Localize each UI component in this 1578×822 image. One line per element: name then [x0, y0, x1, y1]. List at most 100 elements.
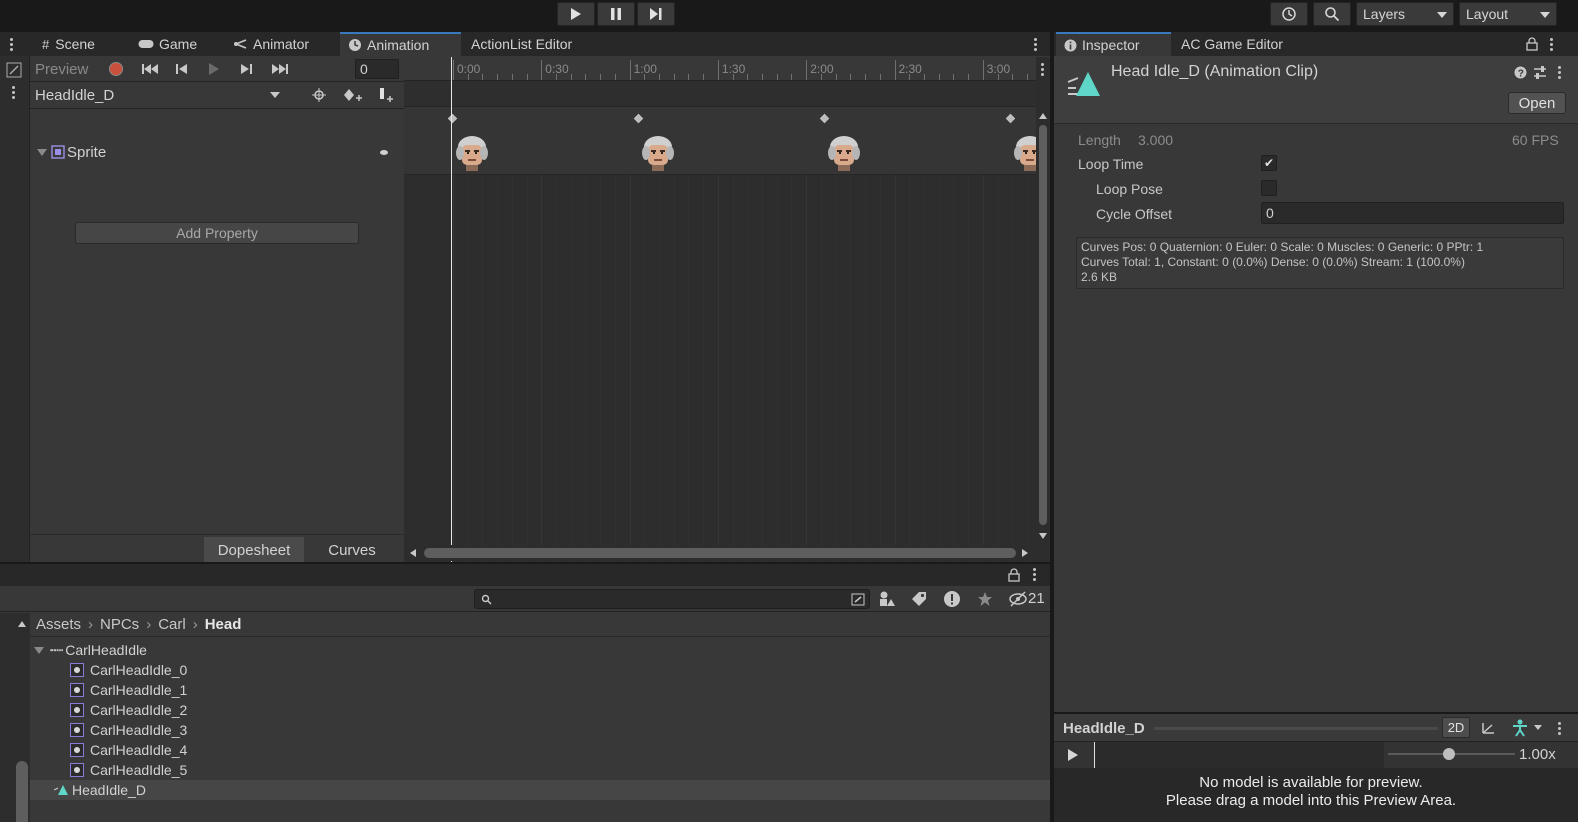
tab-animator[interactable]: Animator — [226, 32, 317, 56]
scroll-up-icon[interactable] — [18, 621, 26, 627]
preview-scrubber[interactable] — [1094, 742, 1384, 768]
layers-dropdown[interactable]: Layers — [1356, 2, 1454, 26]
tree-row-sprite-1[interactable]: CarlHeadIdle_1 — [70, 680, 187, 700]
play-button[interactable] — [557, 2, 595, 26]
breadcrumb-assets[interactable]: Assets — [36, 616, 81, 633]
layout-dropdown[interactable]: Layout — [1459, 2, 1557, 26]
frame-field[interactable]: 0 — [355, 59, 399, 79]
loop-time-checkbox[interactable]: ✔ — [1261, 155, 1277, 171]
curves-tab[interactable]: Curves — [304, 537, 400, 563]
preview-toggle[interactable]: Preview — [35, 61, 88, 78]
label-icon[interactable] — [911, 591, 927, 607]
scroll-thumb[interactable] — [1039, 125, 1047, 525]
property-options-icon[interactable] — [380, 150, 388, 155]
keyframe-diamond[interactable] — [632, 112, 645, 125]
add-keyframe-button[interactable] — [338, 85, 368, 105]
dopesheet-timeline[interactable]: 0:00 0:30 1:00 1:30 2:00 2:30 3:00 — [404, 57, 1036, 562]
gutter-menu-icon[interactable] — [12, 86, 15, 99]
chevron-down-icon[interactable] — [1534, 725, 1542, 730]
anim-play-button[interactable] — [202, 59, 226, 79]
inspector-menu-icon[interactable] — [1550, 38, 1553, 51]
clip-dropdown[interactable]: HeadIdle_D — [30, 82, 284, 108]
scroll-up-icon[interactable] — [1039, 113, 1047, 119]
2d-toggle-button[interactable]: 2D — [1442, 717, 1470, 738]
keyframe-diamond[interactable] — [446, 112, 459, 125]
h-scroll-thumb[interactable] — [424, 548, 1016, 558]
vertical-splitter[interactable] — [1050, 32, 1054, 822]
tab-game[interactable]: Game — [130, 32, 205, 56]
sprite-thumbnail-icon[interactable] — [454, 133, 490, 173]
tree-row-sprite-0[interactable]: CarlHeadIdle_0 — [70, 660, 187, 680]
tab-scene[interactable]: # Scene — [34, 32, 103, 56]
component-menu-icon[interactable] — [1558, 66, 1561, 79]
tab-ac-game-editor[interactable]: AC Game Editor — [1173, 32, 1291, 56]
sprite-thumbnail-icon[interactable] — [640, 133, 676, 173]
keyframe-diamond[interactable] — [1004, 112, 1017, 125]
horizontal-scrollbar[interactable] — [404, 545, 1036, 561]
foldout-icon[interactable] — [34, 646, 44, 654]
hidden-eye-icon[interactable] — [1008, 591, 1028, 607]
record-button[interactable] — [105, 59, 127, 79]
add-property-button[interactable]: Add Property — [75, 222, 359, 244]
sprite-thumbnail-icon[interactable] — [826, 133, 862, 173]
tree-row-sheet[interactable]: ╍┅ CarlHeadIdle — [30, 640, 1052, 660]
foldout-icon[interactable] — [37, 148, 47, 156]
search-input[interactable] — [474, 589, 870, 609]
add-event-button[interactable] — [372, 85, 400, 105]
scroll-down-icon[interactable] — [1039, 533, 1047, 539]
preview-drag-bar[interactable] — [1154, 727, 1438, 730]
pause-button[interactable] — [597, 2, 635, 26]
lock-icon[interactable] — [1008, 568, 1020, 582]
help-icon[interactable]: ? — [1514, 66, 1527, 79]
breadcrumb-npcs[interactable]: NPCs — [100, 616, 139, 633]
timeline-menu-icon[interactable] — [1041, 63, 1044, 76]
tab-actionlist-editor[interactable]: ActionList Editor — [463, 32, 580, 56]
scroll-thumb[interactable] — [16, 761, 28, 822]
tree-row-sprite-2[interactable]: CarlHeadIdle_2 — [70, 700, 187, 720]
speed-slider-thumb[interactable] — [1443, 748, 1455, 760]
link-icon[interactable] — [6, 62, 22, 78]
filter-keys-button[interactable] — [306, 85, 332, 105]
property-row-sprite[interactable]: Sprite — [30, 139, 404, 165]
tree-row-sprite-5[interactable]: CarlHeadIdle_5 — [70, 760, 187, 780]
last-frame-button[interactable] — [266, 59, 294, 79]
preview-menu-icon[interactable] — [1558, 722, 1561, 735]
breadcrumb-head[interactable]: Head — [205, 616, 242, 633]
vertical-scrollbar[interactable] — [1036, 57, 1050, 562]
tree-row-sprite-3[interactable]: CarlHeadIdle_3 — [70, 720, 187, 740]
preset-icon[interactable] — [1533, 66, 1547, 79]
pivot-icon[interactable] — [1480, 720, 1496, 736]
loop-pose-checkbox[interactable] — [1261, 180, 1277, 196]
sprite-thumbnail-icon[interactable] — [1012, 133, 1036, 173]
open-button[interactable]: Open — [1508, 92, 1566, 114]
prev-frame-button[interactable] — [170, 59, 194, 79]
lock-icon[interactable] — [1526, 37, 1538, 51]
project-side-scroll[interactable] — [0, 613, 30, 822]
search-button[interactable] — [1313, 2, 1351, 26]
search-options-icon[interactable] — [851, 593, 865, 606]
step-button[interactable] — [637, 2, 675, 26]
tree-row-sprite-4[interactable]: CarlHeadIdle_4 — [70, 740, 187, 760]
next-frame-button[interactable] — [234, 59, 258, 79]
play-icon[interactable] — [1067, 748, 1079, 762]
warning-icon[interactable] — [943, 590, 961, 608]
tab-inspector[interactable]: Inspector — [1056, 32, 1171, 56]
first-frame-button[interactable] — [136, 59, 164, 79]
star-icon[interactable] — [977, 591, 993, 607]
avatar-icon[interactable] — [1512, 719, 1528, 737]
tab-animation[interactable]: Animation — [340, 32, 461, 56]
horizontal-splitter[interactable] — [0, 562, 1052, 564]
scroll-left-icon[interactable] — [410, 549, 416, 557]
breadcrumb-carl[interactable]: Carl — [158, 616, 186, 633]
tree-row-anim-clip[interactable]: HeadIdle_D — [30, 780, 1052, 800]
window-menu-icon[interactable] — [10, 38, 13, 51]
keyframe-diamond[interactable] — [818, 112, 831, 125]
scroll-right-icon[interactable] — [1022, 549, 1028, 557]
dopesheet-tab[interactable]: Dopesheet — [204, 537, 304, 563]
more-options-icon[interactable] — [1034, 38, 1037, 51]
history-button[interactable] — [1270, 2, 1308, 26]
project-menu-icon[interactable] — [1033, 568, 1036, 581]
playhead[interactable] — [451, 57, 452, 562]
cycle-offset-field[interactable]: 0 — [1261, 202, 1564, 224]
filter-by-type-icon[interactable] — [879, 591, 895, 607]
